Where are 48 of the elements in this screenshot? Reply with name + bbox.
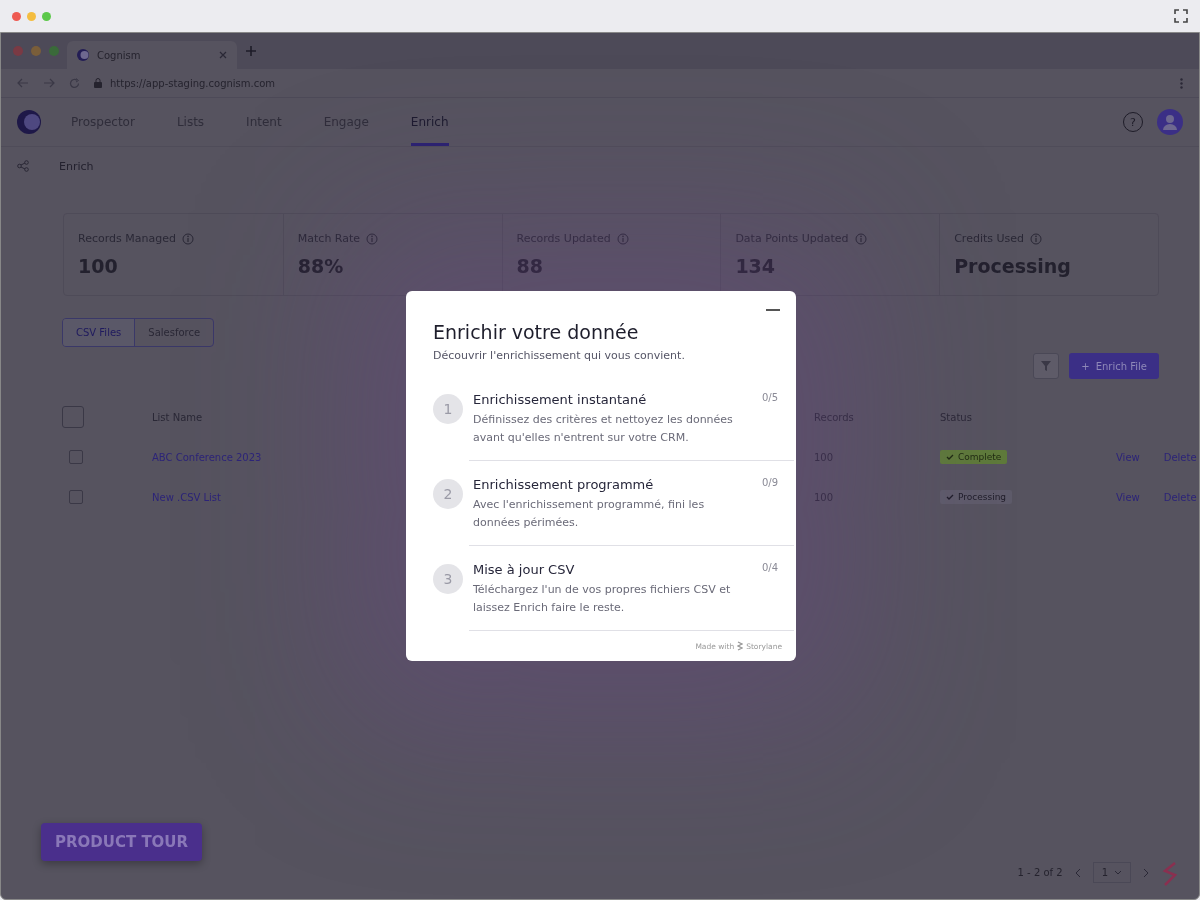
fullscreen-icon[interactable] — [1174, 9, 1188, 23]
lock-icon — [94, 78, 102, 88]
status-badge: Complete — [940, 450, 1008, 464]
info-icon[interactable] — [1030, 232, 1043, 245]
step-title[interactable]: Mise à jour CSV — [473, 562, 748, 577]
step-description: Téléchargez l'un de vos propres fichiers CSV et laissez Enrich faire le reste. — [473, 582, 732, 616]
step-title[interactable]: Enrichissement programmé — [473, 477, 748, 492]
avatar-icon[interactable] — [1157, 109, 1183, 135]
new-tab-icon[interactable] — [245, 45, 257, 57]
check-icon — [946, 493, 954, 501]
step-number: 2 — [433, 479, 463, 509]
product-tour-button[interactable]: PRODUCT TOUR — [41, 823, 203, 861]
close-icon[interactable] — [219, 51, 227, 59]
step-description: Définissez des critères et nettoyez les données avant qu'elles n'entrent sur votre CRM. — [473, 412, 734, 446]
modal-subtitle: Découvrir l'enrichissement qui vous convient. — [433, 349, 686, 362]
select-all-checkbox[interactable] — [62, 406, 84, 428]
status-badge: Processing — [940, 490, 1013, 504]
step-title[interactable]: Enrichissement instantané — [473, 392, 748, 407]
row-checkbox[interactable] — [69, 490, 83, 504]
filter-button[interactable] — [1033, 353, 1060, 379]
step-description: Avec l'enrichissement programmé, fini les données périmées. — [473, 497, 706, 531]
logo-icon[interactable] — [17, 110, 41, 134]
step-number: 3 — [433, 564, 463, 594]
logo-icon — [77, 49, 89, 61]
info-icon[interactable] — [854, 232, 867, 245]
step-progress: 0/4 — [761, 562, 778, 575]
row-checkbox[interactable] — [69, 450, 83, 464]
forward-icon[interactable] — [43, 78, 55, 88]
info-icon[interactable] — [181, 232, 194, 245]
enrich-file-button[interactable]: + Enrich File — [1069, 353, 1159, 379]
modal-title: Enrichir votre donnée — [433, 321, 640, 343]
filter-icon — [1040, 360, 1053, 372]
next-page-icon[interactable] — [1143, 867, 1149, 878]
storylane-logo-icon[interactable] — [1161, 861, 1179, 887]
previous-page-icon[interactable] — [1074, 867, 1081, 878]
step-progress: 0/9 — [761, 477, 778, 490]
step-number: 1 — [433, 394, 463, 424]
source-tab[interactable]: CSV Files — [63, 319, 136, 346]
brand-logo-icon — [737, 641, 744, 651]
info-icon[interactable] — [366, 232, 379, 245]
back-icon[interactable] — [17, 78, 29, 88]
info-icon[interactable] — [616, 232, 629, 245]
caret-icon — [1114, 870, 1122, 875]
step-progress: 0/5 — [761, 392, 778, 405]
nav-tab[interactable]: Enrich — [410, 98, 449, 146]
share-icon[interactable] — [17, 160, 29, 172]
check-icon — [946, 453, 954, 461]
reload-icon[interactable] — [69, 77, 80, 89]
